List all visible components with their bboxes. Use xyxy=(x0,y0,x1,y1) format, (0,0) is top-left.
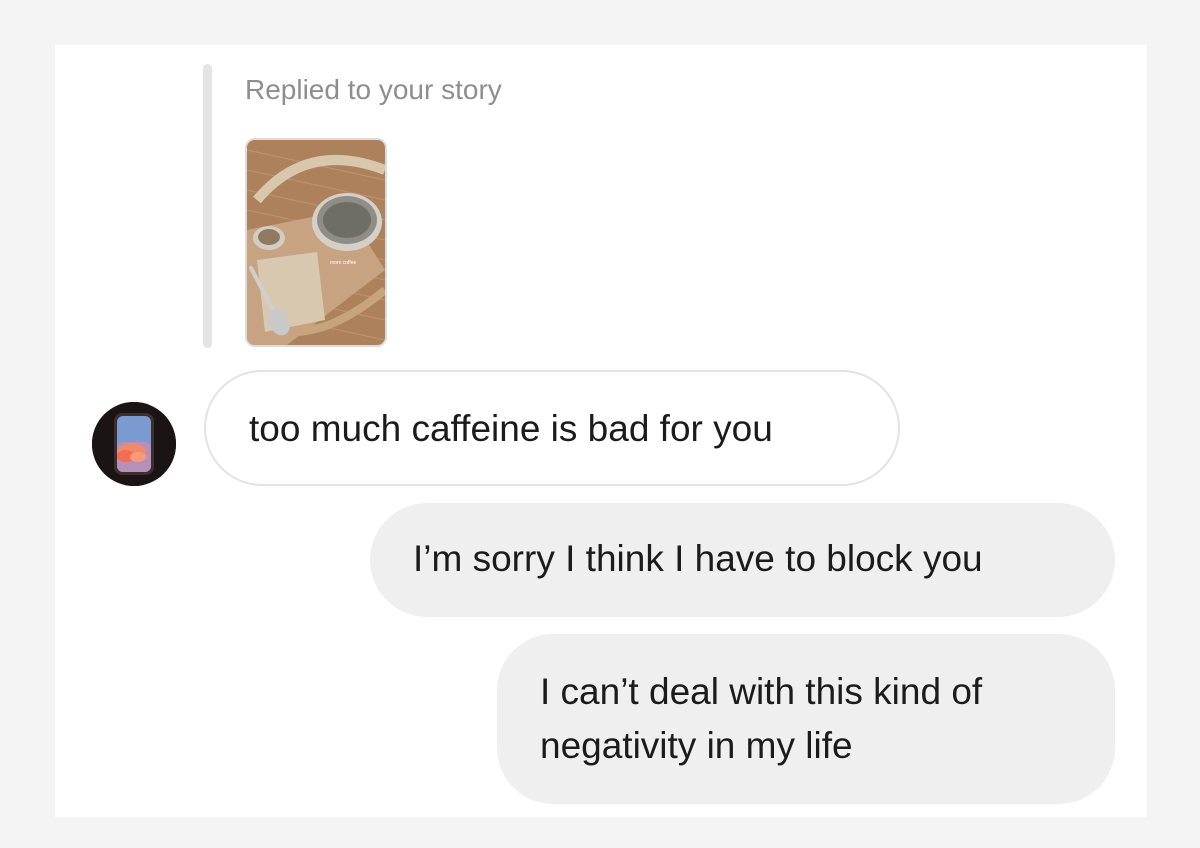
outgoing-message-bubble[interactable]: I’m sorry I think I have to block you xyxy=(370,503,1115,617)
message-text-line: negativity in my life xyxy=(540,725,853,766)
incoming-message-bubble[interactable]: too much caffeine is bad for you xyxy=(204,370,900,486)
message-text: too much caffeine is bad for you xyxy=(249,408,773,449)
sender-avatar[interactable] xyxy=(92,402,176,486)
replied-to-story-label: Replied to your story xyxy=(245,74,502,105)
story-caption: more coffee xyxy=(330,260,357,266)
reply-quote-bar xyxy=(203,64,212,348)
message-text-line: I can’t deal with this kind of xyxy=(540,671,983,712)
message-text: I’m sorry I think I have to block you xyxy=(413,538,983,579)
story-thumbnail[interactable]: more coffee xyxy=(245,138,387,347)
sunset-window-avatar-icon xyxy=(92,402,176,486)
coffee-story-photo: more coffee xyxy=(247,140,385,345)
outgoing-message-bubble[interactable]: I can’t deal with this kind of negativit… xyxy=(497,634,1115,804)
